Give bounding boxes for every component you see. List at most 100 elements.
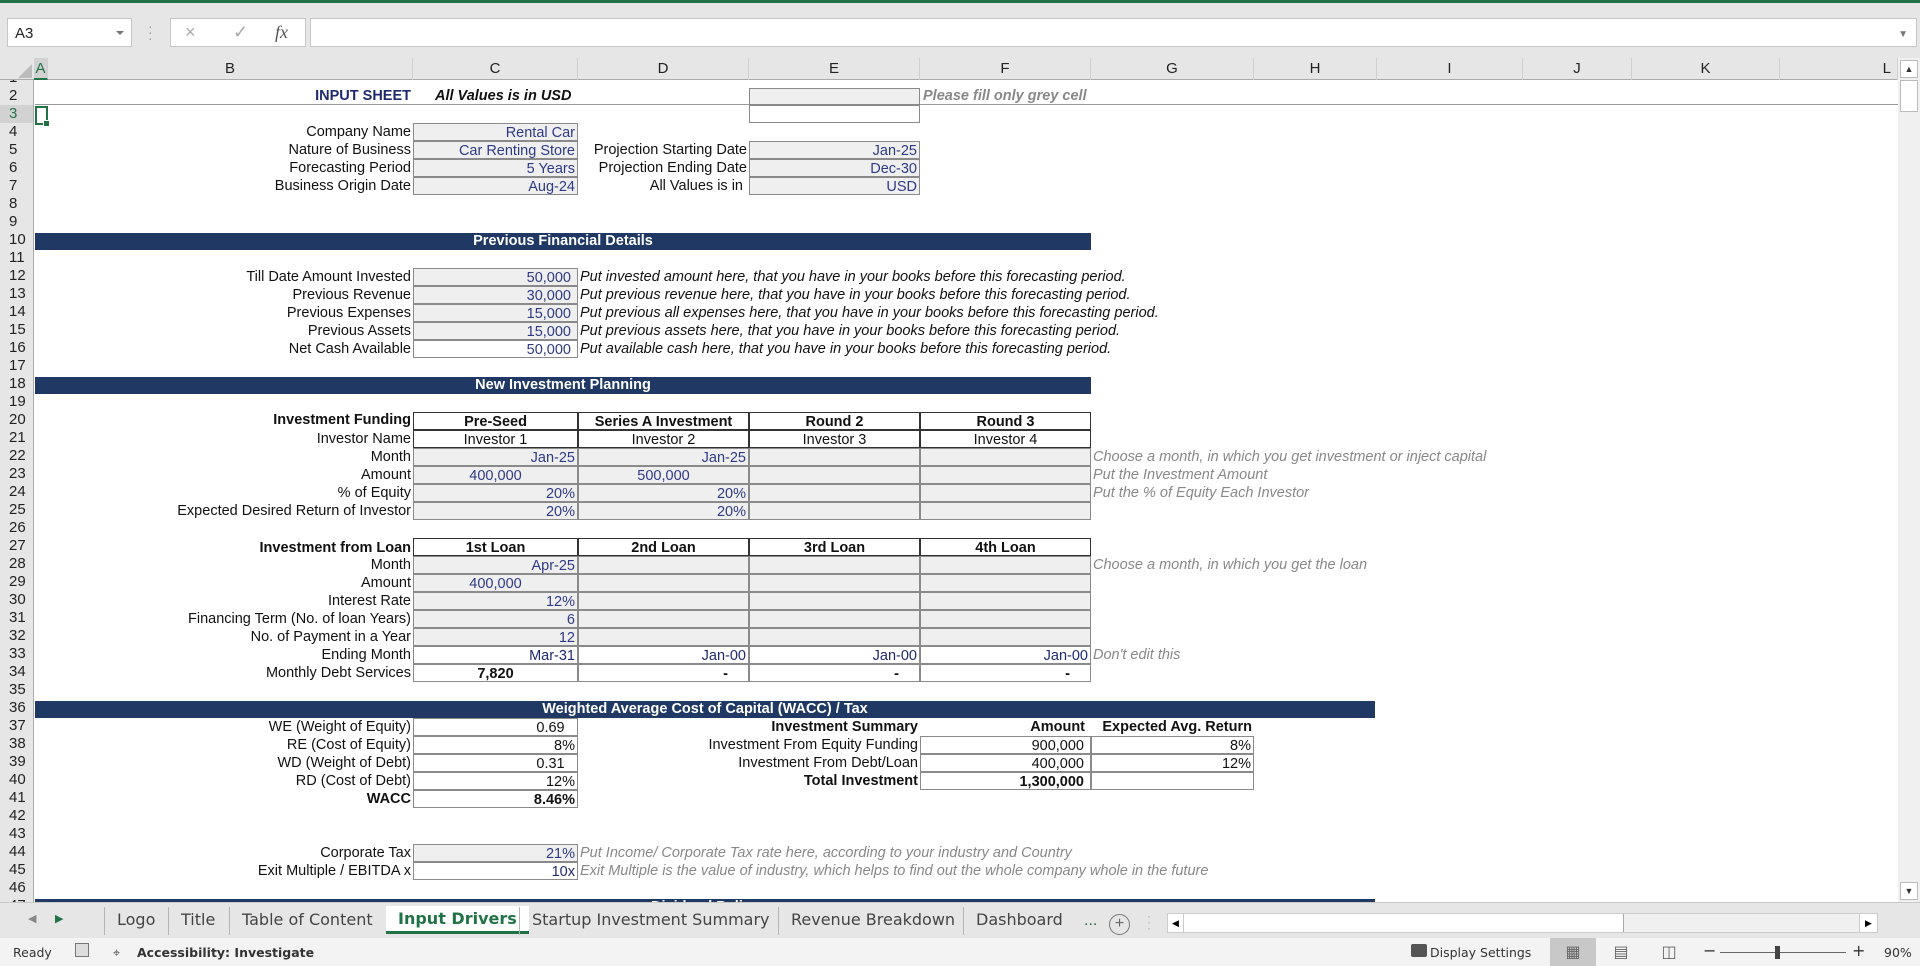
chevron-down-icon[interactable] — [116, 31, 124, 35]
row-header[interactable]: 24 — [0, 483, 33, 501]
funding-amount-field[interactable] — [749, 466, 920, 484]
funding-equity-field[interactable] — [749, 484, 920, 502]
tab-startup-investment-summary[interactable]: Startup Investment Summary — [519, 907, 782, 935]
row-header[interactable]: 12 — [0, 267, 33, 285]
projection-start-field[interactable]: Jan-25 — [749, 141, 920, 159]
funding-return-field[interactable] — [749, 502, 920, 520]
row-header[interactable]: 6 — [0, 159, 33, 177]
vertical-scroll-thumb[interactable] — [1900, 80, 1918, 112]
funding-return-field[interactable] — [920, 502, 1091, 520]
row-header[interactable]: 25 — [0, 501, 33, 519]
row-header[interactable]: 23 — [0, 465, 33, 483]
select-all-button[interactable] — [0, 58, 34, 80]
funding-amount-field[interactable]: 400,000 — [413, 466, 578, 484]
column-header-a[interactable]: A — [34, 58, 48, 80]
row-header[interactable]: 17 — [0, 357, 33, 375]
horizontal-scroll-thumb[interactable] — [1184, 914, 1624, 932]
tab-title[interactable]: Title — [168, 907, 227, 935]
column-header-i[interactable]: I — [1377, 58, 1523, 80]
loan-payments-field[interactable] — [578, 628, 749, 646]
previous-value-field[interactable]: 15,000 — [413, 322, 578, 340]
row-header[interactable]: 15 — [0, 321, 33, 339]
previous-value-field[interactable]: 30,000 — [413, 286, 578, 304]
worksheet-grid[interactable]: INPUT SHEET All Values is in USD Please … — [35, 80, 1898, 902]
previous-sheet-icon[interactable]: ◀ — [28, 912, 36, 925]
forecasting-period-field[interactable]: 5 Years — [413, 159, 578, 177]
funding-equity-field[interactable]: 20% — [578, 484, 749, 502]
loan-amount-field[interactable] — [920, 574, 1091, 592]
row-header[interactable]: 1 — [0, 80, 33, 87]
row-header[interactable]: 20 — [0, 411, 33, 429]
tab-dashboard[interactable]: Dashboard — [963, 907, 1075, 935]
name-box[interactable]: A3 — [7, 18, 132, 47]
zoom-in-button[interactable]: + — [1852, 941, 1865, 960]
loan-payments-field[interactable] — [920, 628, 1091, 646]
column-header-f[interactable]: F — [920, 58, 1091, 80]
loan-term-field[interactable] — [578, 610, 749, 628]
column-header-c[interactable]: C — [413, 58, 578, 80]
column-header-e[interactable]: E — [749, 58, 920, 80]
scroll-up-icon[interactable]: ▲ — [1900, 60, 1918, 78]
row-header[interactable]: 22 — [0, 447, 33, 465]
row-header[interactable]: 35 — [0, 681, 33, 699]
row-header[interactable]: 19 — [0, 393, 33, 411]
loan-month-field[interactable]: Apr-25 — [413, 556, 578, 574]
row-header[interactable]: 39 — [0, 753, 33, 771]
company-name-field[interactable]: Rental Car — [413, 123, 578, 141]
row-header[interactable]: 37 — [0, 717, 33, 735]
macro-record-icon[interactable] — [75, 943, 89, 957]
cancel-icon[interactable]: × — [185, 22, 196, 43]
row-header[interactable]: 32 — [0, 627, 33, 645]
row-header[interactable]: 16 — [0, 339, 33, 357]
funding-amount-field[interactable]: 500,000 — [578, 466, 749, 484]
column-header-b[interactable]: B — [48, 58, 413, 80]
fx-icon[interactable]: fx — [275, 22, 288, 43]
funding-month-field[interactable]: Jan-25 — [413, 448, 578, 466]
display-settings-icon[interactable] — [1411, 944, 1427, 957]
row-header[interactable]: 13 — [0, 285, 33, 303]
loan-month-field[interactable] — [749, 556, 920, 574]
more-sheets-button[interactable]: ... — [1084, 912, 1097, 930]
funding-return-field[interactable]: 20% — [413, 502, 578, 520]
loan-month-field[interactable] — [920, 556, 1091, 574]
previous-value-field[interactable]: 15,000 — [413, 304, 578, 322]
loan-amount-field[interactable] — [749, 574, 920, 592]
row-header[interactable]: 43 — [0, 825, 33, 843]
row-header[interactable]: 10 — [0, 231, 33, 249]
row-header[interactable]: 44 — [0, 843, 33, 861]
zoom-slider[interactable] — [1720, 946, 1846, 959]
column-header-g[interactable]: G — [1091, 58, 1254, 80]
row-header[interactable]: 7 — [0, 177, 33, 195]
zoom-out-button[interactable]: − — [1703, 941, 1716, 960]
row-header[interactable]: 21 — [0, 429, 33, 447]
loan-amount-field[interactable] — [578, 574, 749, 592]
column-header-j[interactable]: J — [1523, 58, 1632, 80]
loan-month-field[interactable] — [578, 556, 749, 574]
row-header[interactable]: 45 — [0, 861, 33, 879]
column-header-h[interactable]: H — [1254, 58, 1377, 80]
previous-value-field[interactable]: 50,000 — [413, 268, 578, 286]
row-header[interactable]: 42 — [0, 807, 33, 825]
normal-view-icon[interactable]: ▦ — [1550, 938, 1596, 966]
row-header[interactable]: 38 — [0, 735, 33, 753]
column-header-k[interactable]: K — [1632, 58, 1780, 80]
loan-rate-field[interactable] — [749, 592, 920, 610]
row-header[interactable]: 2 — [0, 87, 33, 105]
investor-name-cell[interactable]: Investor 4 — [920, 430, 1091, 448]
add-sheet-icon[interactable]: + — [1109, 914, 1130, 935]
row-header[interactable]: 18 — [0, 375, 33, 393]
tax-value-field[interactable]: 10x — [413, 862, 578, 880]
loan-rate-field[interactable] — [578, 592, 749, 610]
zoom-slider-knob[interactable] — [1774, 946, 1780, 959]
horizontal-scrollbar[interactable]: ◀ ▶ — [1167, 913, 1878, 933]
row-header[interactable]: 14 — [0, 303, 33, 321]
row-header[interactable]: 30 — [0, 591, 33, 609]
scroll-right-icon[interactable]: ▶ — [1859, 914, 1877, 932]
loan-amount-field[interactable]: 400,000 — [413, 574, 578, 592]
row-header[interactable]: 27 — [0, 537, 33, 555]
zoom-level[interactable]: 90% — [1884, 945, 1912, 960]
check-icon[interactable]: ✓ — [233, 22, 248, 43]
row-header[interactable]: 11 — [0, 249, 33, 267]
loan-term-field[interactable]: 6 — [413, 610, 578, 628]
page-break-preview-icon[interactable]: ◫ — [1646, 938, 1692, 966]
